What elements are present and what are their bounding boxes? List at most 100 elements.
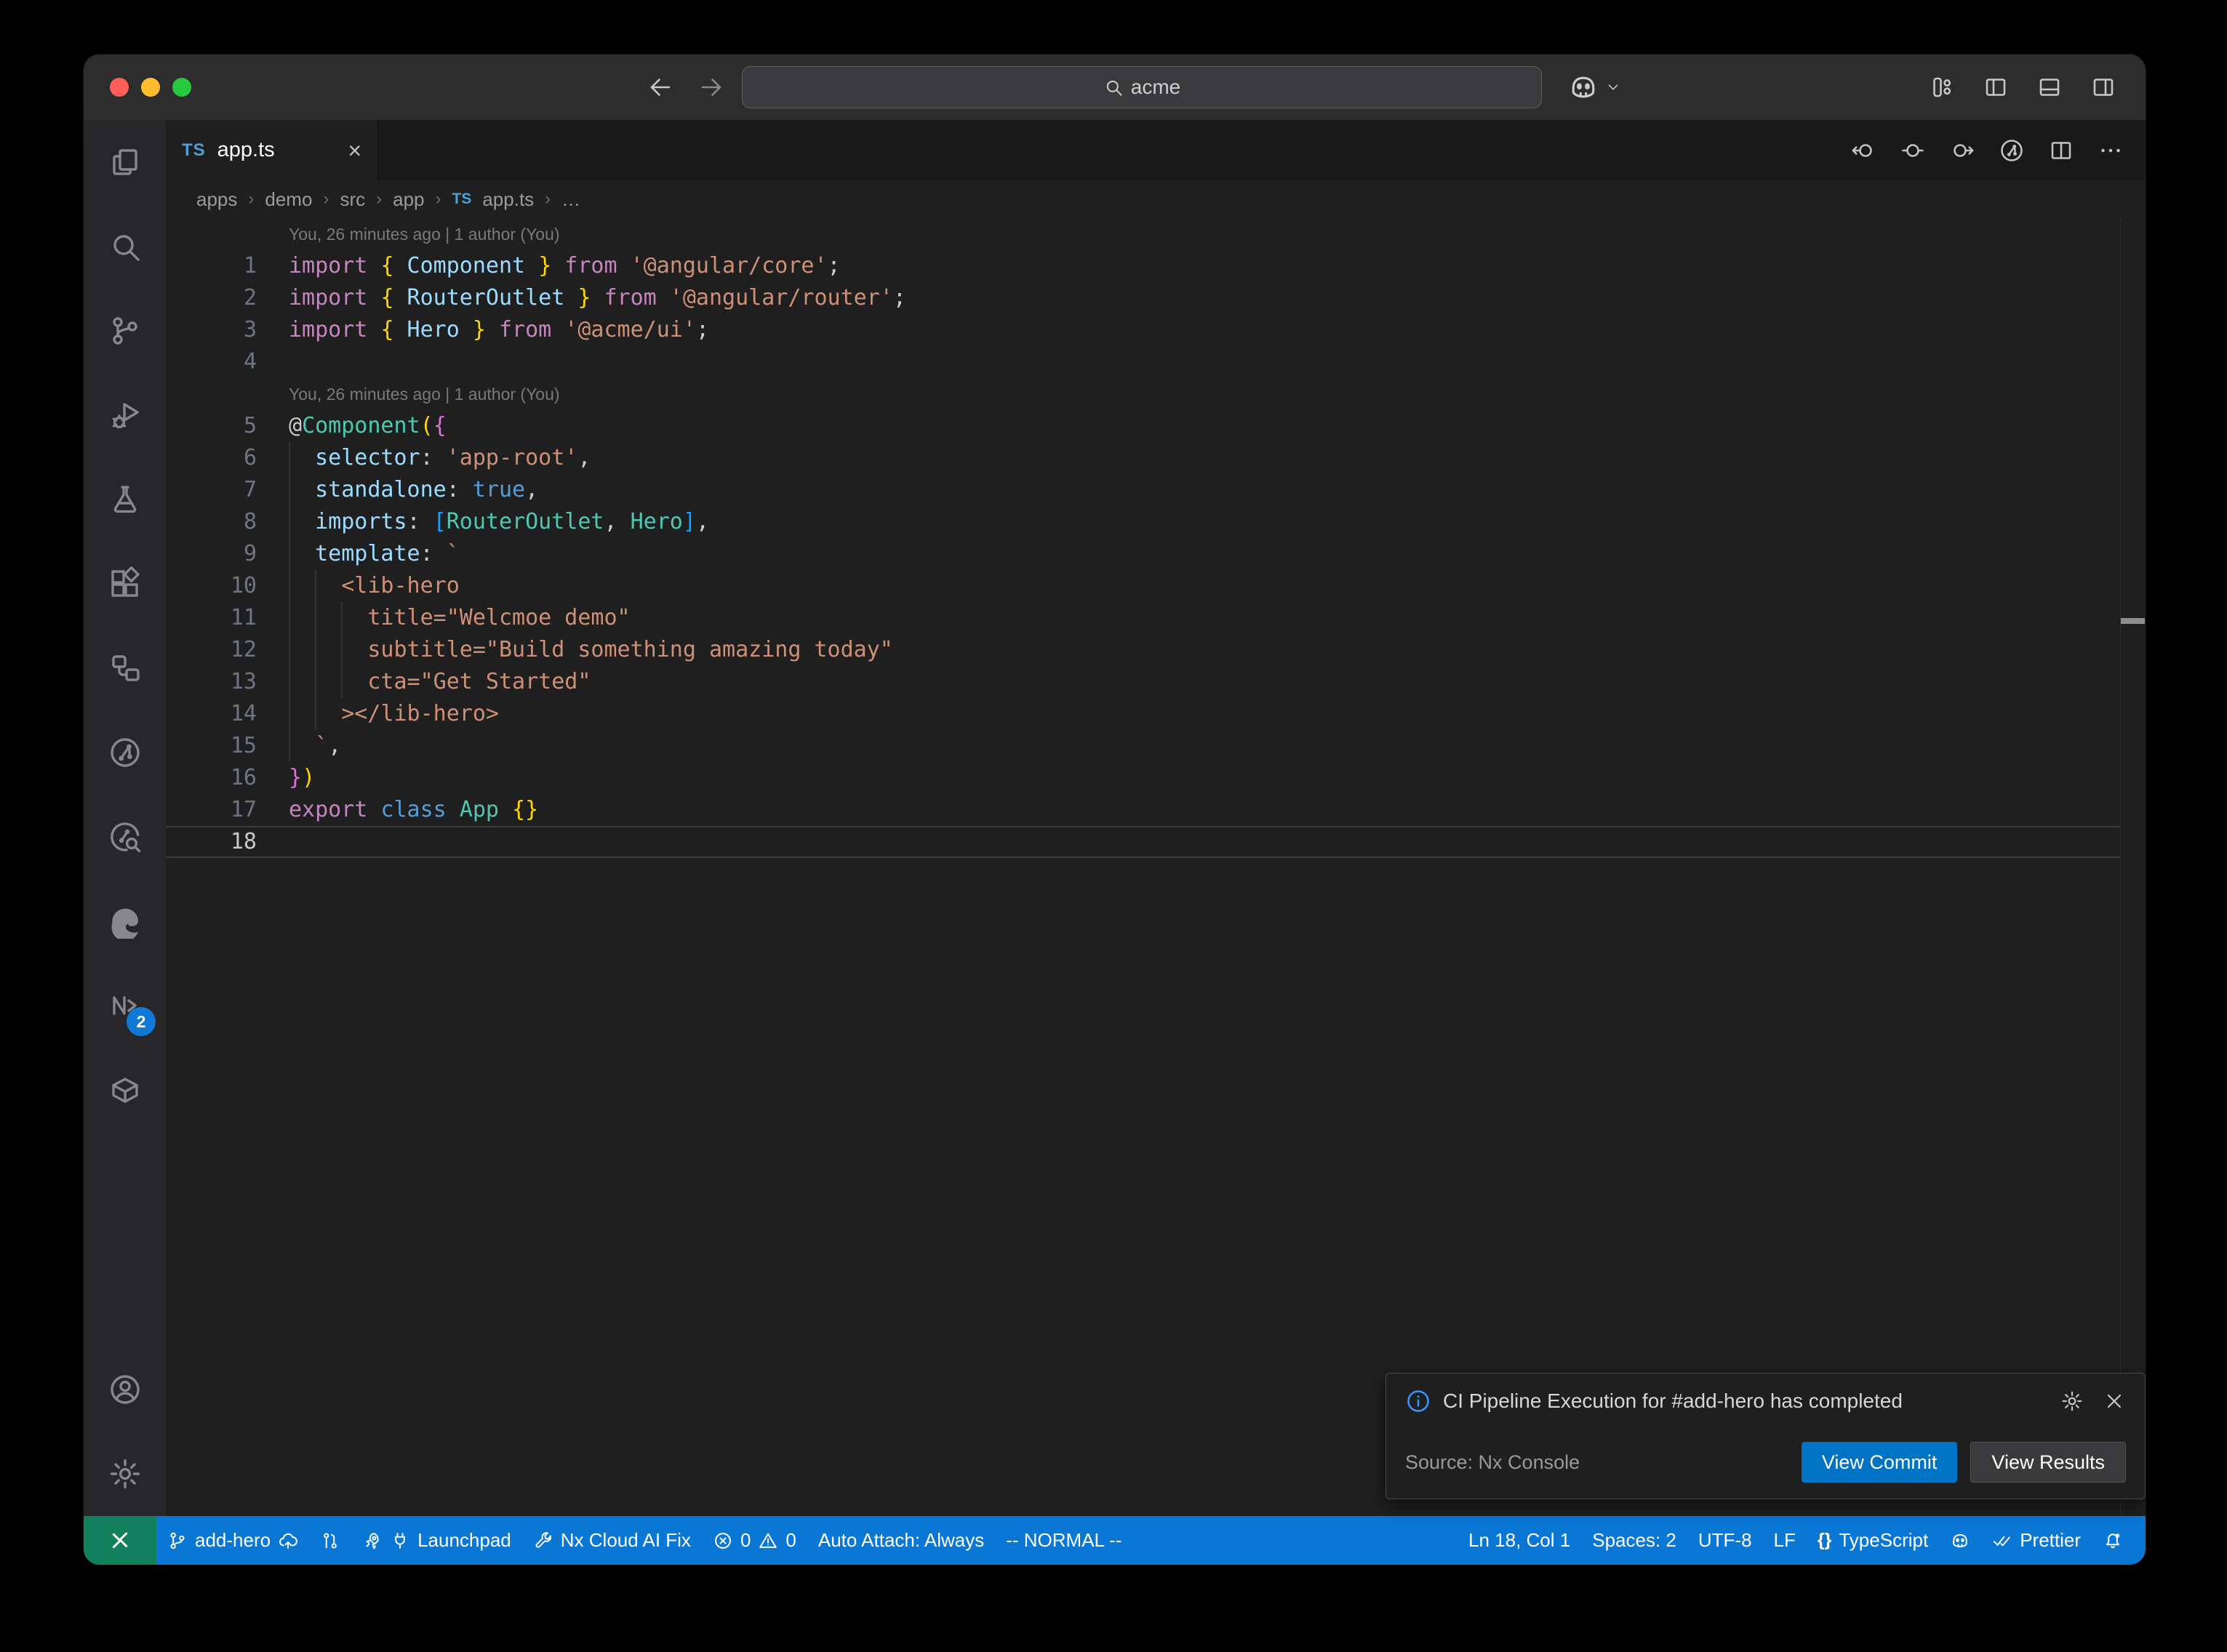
breadcrumb-item[interactable]: src (340, 188, 365, 211)
boxes-icon (108, 651, 143, 686)
tab-app-ts[interactable]: TS app.ts × (166, 120, 378, 180)
close-tab-icon[interactable]: × (348, 139, 361, 162)
statusbar-item-branch-status[interactable]: add-hero (156, 1516, 309, 1565)
statusbar-item-nx-cloud-ai-fix[interactable]: Nx Cloud AI Fix (522, 1516, 702, 1565)
toggle-panel-icon[interactable] (2036, 74, 2063, 100)
statusbar-item-encoding[interactable]: UTF-8 (1687, 1516, 1763, 1565)
gear-icon (108, 1456, 143, 1491)
breadcrumb-item[interactable]: apps (196, 188, 237, 211)
breadcrumb-item[interactable]: … (561, 188, 580, 211)
typescript-file-icon: TS (182, 140, 206, 161)
breadcrumb-item[interactable]: app.ts (482, 188, 534, 211)
activity-item-containers[interactable] (84, 1048, 166, 1132)
error-icon (713, 1531, 733, 1551)
statusbar-item-problems[interactable]: 00 (702, 1516, 807, 1565)
activity-item-accounts[interactable] (84, 1347, 166, 1432)
commit-node-icon[interactable] (1900, 137, 1926, 164)
breadcrumb-item[interactable]: demo (265, 188, 312, 211)
toggle-secondary-sidebar-icon[interactable] (2090, 74, 2116, 100)
code-text (257, 346, 289, 378)
statusbar-item-notifications-bell[interactable] (2092, 1516, 2134, 1565)
statusbar-item-copilot-status[interactable] (1939, 1516, 1981, 1565)
view-results-button[interactable]: View Results (1970, 1442, 2126, 1483)
vscode-window: acme 2 TS app.ts × (84, 55, 2146, 1565)
statusbar-item-cursor-position[interactable]: Ln 18, Col 1 (1458, 1516, 1581, 1565)
activity-item-gitlens[interactable] (84, 710, 166, 795)
code-line: 6 selector: 'app-root', (166, 442, 2146, 474)
code-line: 9 template: ` (166, 538, 2146, 570)
next-change-icon[interactable] (1949, 137, 1975, 164)
activity-item-search[interactable] (84, 204, 166, 289)
line-number: 13 (166, 666, 257, 698)
notification-settings-icon[interactable] (2060, 1390, 2084, 1413)
view-commit-button[interactable]: View Commit (1802, 1442, 1958, 1483)
customize-layout-icon[interactable] (1929, 74, 1955, 100)
notification-close-icon[interactable] (2103, 1390, 2126, 1413)
activity-item-edge-tools[interactable] (84, 879, 166, 963)
nav-back-icon[interactable] (647, 74, 673, 100)
code-line: 3import { Hero } from '@acme/ui'; (166, 314, 2146, 346)
statusbar-item-eol[interactable]: LF (1763, 1516, 1807, 1565)
close-window-button[interactable] (110, 78, 129, 97)
toggle-primary-sidebar-icon[interactable] (1983, 74, 2009, 100)
statusbar-right: Ln 18, Col 1Spaces: 2UTF-8 LF {}TypeScript… (1458, 1516, 2146, 1565)
command-center-search[interactable]: acme (742, 66, 1542, 108)
cloud-upload-icon (278, 1531, 298, 1551)
statusbar-item-launchpad[interactable]: Launchpad (351, 1516, 522, 1565)
statusbar-item-language-mode[interactable]: {}TypeScript (1807, 1516, 1939, 1565)
activity-item-testing[interactable] (84, 457, 166, 542)
statusbar-label: 0 (740, 1529, 751, 1552)
title-bar: acme (84, 55, 2146, 120)
statusbar-item-prettier[interactable]: Prettier (1981, 1516, 2092, 1565)
statusbar-label: Prettier (2020, 1529, 2081, 1552)
line-number: 17 (166, 794, 257, 826)
minimize-window-button[interactable] (141, 78, 160, 97)
indent-guide (341, 602, 343, 698)
statusbar-item-auto-attach[interactable]: Auto Attach: Always (807, 1516, 995, 1565)
statusbar-item-indentation[interactable]: Spaces: 2 (1581, 1516, 1687, 1565)
code-text: subtitle="Build something amazing today" (257, 634, 893, 666)
zoom-window-button[interactable] (172, 78, 191, 97)
code-editor[interactable]: You, 26 minutes ago | 1 author (You)1imp… (166, 218, 2146, 1516)
statusbar-label: Auto Attach: Always (818, 1529, 984, 1552)
search-value: acme (1131, 76, 1180, 99)
code-line: 15 `, (166, 730, 2146, 762)
line-number: 7 (166, 474, 257, 506)
statusbar-item-git-compare[interactable] (309, 1516, 351, 1565)
activity-item-source-control[interactable] (84, 289, 166, 373)
git-blame-annotation: You, 26 minutes ago | 1 author (You) (166, 378, 2146, 410)
screen: acme 2 TS app.ts × (0, 0, 2227, 1652)
line-number: 16 (166, 762, 257, 794)
graph-circle-icon[interactable] (1999, 137, 2025, 164)
activity-item-gitlens-search[interactable] (84, 795, 166, 879)
more-actions-icon[interactable] (2098, 137, 2124, 164)
activity-item-explorer[interactable] (84, 120, 166, 204)
line-number: 6 (166, 442, 257, 474)
code-text: `, (257, 730, 341, 762)
activity-item-extensions[interactable] (84, 542, 166, 626)
previous-change-icon[interactable] (1850, 137, 1876, 164)
current-line-highlight (166, 826, 2120, 858)
split-editor-icon[interactable] (2048, 137, 2074, 164)
breadcrumb-separator-icon: › (323, 189, 329, 209)
copilot-menu[interactable] (1567, 55, 1621, 120)
line-number: 3 (166, 314, 257, 346)
line-number: 5 (166, 410, 257, 442)
statusbar-item-vim-mode[interactable]: -- NORMAL -- (995, 1516, 1132, 1565)
overview-ruler[interactable] (2120, 218, 2146, 1516)
activity-item-settings[interactable] (84, 1432, 166, 1516)
statusbar-label: LF (1774, 1529, 1796, 1552)
activity-item-nx-console[interactable]: 2 (84, 963, 166, 1048)
line-number: 2 (166, 282, 257, 314)
activity-item-run-and-debug[interactable] (84, 373, 166, 457)
breadcrumb-item[interactable]: app (393, 188, 424, 211)
remote-indicator[interactable] (84, 1516, 156, 1565)
line-number: 9 (166, 538, 257, 570)
code-line: 14 ></lib-hero> (166, 698, 2146, 730)
line-number: 4 (166, 346, 257, 378)
activity-item-references[interactable] (84, 626, 166, 710)
code-text: @Component({ (257, 410, 447, 442)
circle-search-icon (108, 819, 143, 854)
nav-forward-icon[interactable] (698, 74, 724, 100)
git-blame-annotation: You, 26 minutes ago | 1 author (You) (166, 218, 2146, 250)
